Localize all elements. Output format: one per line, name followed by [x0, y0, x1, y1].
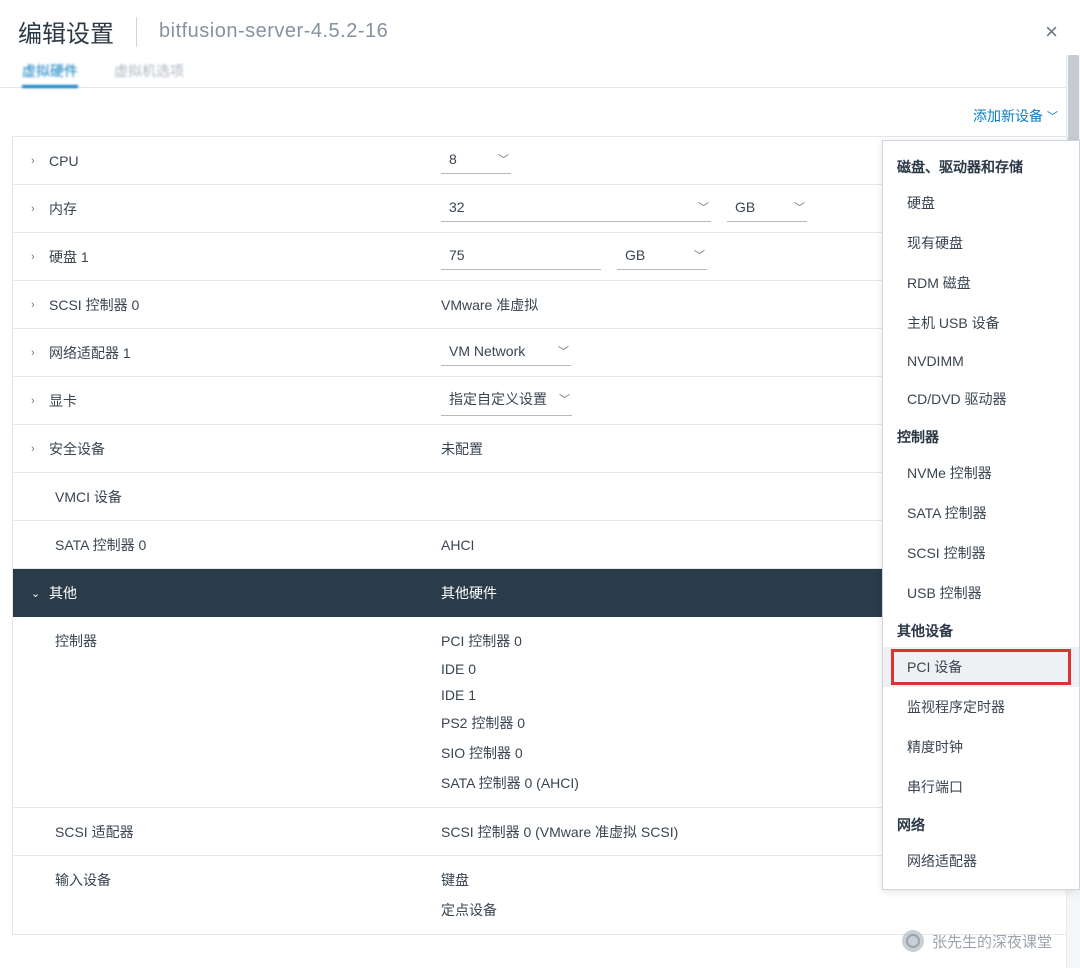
- other-label: 其他: [49, 583, 77, 603]
- input-device-item: 键盘: [441, 870, 469, 890]
- dd-section-other: 其他设备: [883, 613, 1079, 647]
- dd-item-serial-port[interactable]: 串行端口: [883, 767, 1079, 807]
- cpu-label: CPU: [49, 153, 79, 169]
- disk1-size-input[interactable]: 75: [441, 243, 601, 270]
- dd-item-usb-controller[interactable]: USB 控制器: [883, 573, 1079, 613]
- tab-bar: 虚拟硬件 虚拟机选项: [0, 61, 1080, 88]
- collapse-icon[interactable]: ⌄: [31, 587, 41, 600]
- sata0-value: AHCI: [441, 537, 474, 553]
- dd-item-sata-controller[interactable]: SATA 控制器: [883, 493, 1079, 533]
- other-value: 其他硬件: [441, 583, 497, 603]
- expand-icon[interactable]: ›: [31, 155, 41, 167]
- dialog-subtitle: bitfusion-server-4.5.2-16: [159, 20, 388, 43]
- add-device-button[interactable]: 添加新设备 ﹀: [973, 106, 1058, 126]
- security-value: 未配置: [441, 439, 483, 459]
- wechat-icon: [902, 930, 924, 952]
- tab-virtual-hardware[interactable]: 虚拟硬件: [22, 61, 78, 87]
- dd-item-nvme-controller[interactable]: NVMe 控制器: [883, 453, 1079, 493]
- dd-item-precision-clock[interactable]: 精度时钟: [883, 727, 1079, 767]
- dd-section-controller: 控制器: [883, 419, 1079, 453]
- dialog-title: 编辑设置: [18, 14, 114, 49]
- dd-item-nvdimm[interactable]: NVDIMM: [883, 343, 1079, 379]
- dd-item-cddvd[interactable]: CD/DVD 驱动器: [883, 379, 1079, 419]
- chevron-down-icon: ﹀: [498, 151, 509, 167]
- cpu-select[interactable]: 8 ﹀: [441, 147, 511, 174]
- controller-item: SATA 控制器 0 (AHCI): [441, 773, 579, 793]
- controllers-label: 控制器: [55, 631, 97, 651]
- dd-item-existing-disk[interactable]: 现有硬盘: [883, 223, 1079, 263]
- expand-icon[interactable]: ›: [31, 347, 41, 359]
- expand-icon[interactable]: ›: [31, 203, 41, 215]
- title-divider: [136, 17, 137, 47]
- expand-icon[interactable]: ›: [31, 443, 41, 455]
- expand-icon[interactable]: ›: [31, 251, 41, 263]
- scsi-adapter-label: SCSI 适配器: [55, 822, 134, 842]
- scsi-adapter-value: SCSI 控制器 0 (VMware 准虚拟 SCSI): [441, 822, 678, 842]
- watermark: 张先生的深夜课堂: [902, 930, 1052, 952]
- disk1-unit-select[interactable]: GB ﹀: [617, 243, 707, 270]
- chevron-down-icon: ﹀: [1047, 108, 1058, 124]
- sata0-label: SATA 控制器 0: [55, 535, 146, 555]
- dialog-header: 编辑设置 bitfusion-server-4.5.2-16 ×: [0, 0, 1080, 61]
- chevron-down-icon: ﹀: [559, 391, 570, 407]
- controller-item: PCI 控制器 0: [441, 631, 522, 651]
- chevron-down-icon: ﹀: [694, 247, 705, 263]
- input-devices-label: 输入设备: [55, 870, 111, 890]
- disk1-label: 硬盘 1: [49, 247, 89, 267]
- chevron-down-icon: ﹀: [698, 199, 709, 215]
- dd-item-rdm-disk[interactable]: RDM 磁盘: [883, 263, 1079, 303]
- dd-item-scsi-controller[interactable]: SCSI 控制器: [883, 533, 1079, 573]
- controller-item: IDE 0: [441, 661, 476, 677]
- memory-label: 内存: [49, 199, 77, 219]
- controller-item: IDE 1: [441, 687, 476, 703]
- scsi0-value: VMware 准虚拟: [441, 295, 538, 315]
- expand-icon[interactable]: ›: [31, 395, 41, 407]
- dd-item-host-usb[interactable]: 主机 USB 设备: [883, 303, 1079, 343]
- close-icon[interactable]: ×: [1045, 19, 1058, 45]
- dd-item-pci-device[interactable]: PCI 设备: [883, 647, 1079, 687]
- controller-item: SIO 控制器 0: [441, 743, 523, 763]
- security-label: 安全设备: [49, 439, 105, 459]
- network1-select[interactable]: VM Network ﹀: [441, 339, 571, 366]
- dd-item-hard-disk[interactable]: 硬盘: [883, 183, 1079, 223]
- chevron-down-icon: ﹀: [794, 199, 805, 215]
- gpu-select[interactable]: 指定自定义设置 ﹀: [441, 385, 572, 416]
- add-device-dropdown: 磁盘、驱动器和存储 硬盘 现有硬盘 RDM 磁盘 主机 USB 设备 NVDIM…: [882, 140, 1080, 890]
- dd-item-watchdog[interactable]: 监视程序定时器: [883, 687, 1079, 727]
- watermark-text: 张先生的深夜课堂: [932, 931, 1052, 952]
- dd-item-network-adapter[interactable]: 网络适配器: [883, 841, 1079, 881]
- dd-section-network: 网络: [883, 807, 1079, 841]
- controller-item: PS2 控制器 0: [441, 713, 525, 733]
- memory-unit-select[interactable]: GB ﹀: [727, 195, 807, 222]
- input-device-item: 定点设备: [441, 900, 497, 920]
- vmci-label: VMCI 设备: [55, 487, 122, 507]
- scsi0-label: SCSI 控制器 0: [49, 295, 139, 315]
- toolbar: 添加新设备 ﹀: [0, 88, 1080, 136]
- chevron-down-icon: ﹀: [558, 343, 569, 359]
- memory-value-select[interactable]: 32 ﹀: [441, 195, 711, 222]
- add-device-label: 添加新设备: [973, 106, 1043, 126]
- dd-section-storage: 磁盘、驱动器和存储: [883, 149, 1079, 183]
- expand-icon[interactable]: ›: [31, 299, 41, 311]
- tab-vm-options[interactable]: 虚拟机选项: [114, 61, 184, 87]
- network1-label: 网络适配器 1: [49, 343, 131, 363]
- gpu-label: 显卡: [49, 391, 77, 411]
